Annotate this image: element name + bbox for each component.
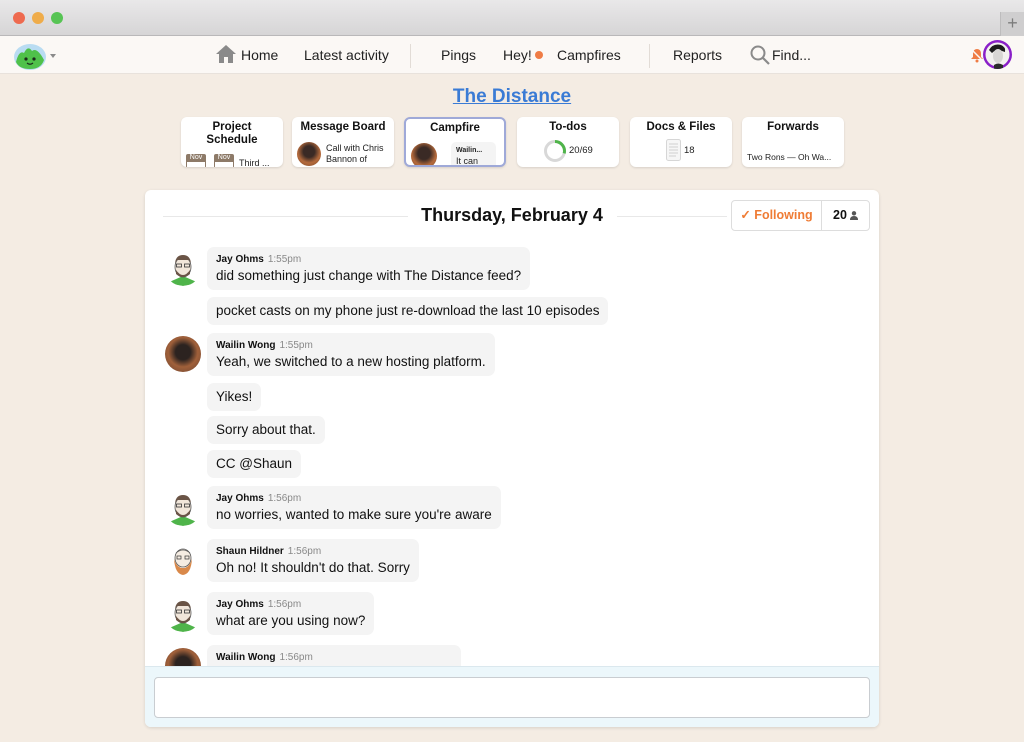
nav-home[interactable]: Home [241, 36, 278, 74]
zoom-window-button[interactable] [51, 12, 63, 24]
subscriber-count: 20 [833, 208, 847, 222]
message-author[interactable]: Jay Ohms [216, 493, 264, 504]
calendar-chip-icon: Nov [214, 154, 234, 167]
document-icon [666, 139, 681, 161]
chat-message: Wailin Wong 1:55pm Yeah, we switched to a… [207, 333, 495, 376]
campfire-preview-author: Wailin... [456, 147, 483, 154]
avatar-wailin-wong[interactable] [165, 336, 201, 372]
todo-progress-text: 20/69 [569, 145, 593, 156]
tool-card-docs-files[interactable]: Docs & Files 18 [630, 117, 732, 167]
message-time[interactable]: 1:55pm [279, 340, 312, 351]
chat-message: Jay Ohms 1:55pm did something just change… [207, 247, 531, 290]
todo-progress-ring [544, 140, 566, 162]
message-text: what are you using now? [216, 613, 366, 628]
schedule-preview: Third ... [239, 158, 270, 167]
message-author[interactable]: Wailin Wong [216, 652, 275, 663]
tool-card-title: Docs & Files [646, 121, 716, 133]
chat-message: Sorry about that. [207, 416, 325, 444]
nav-divider [410, 44, 411, 68]
chat-message: Yikes! [207, 383, 262, 411]
nav-reports[interactable]: Reports [673, 36, 722, 74]
message-time[interactable]: 1:55pm [268, 254, 301, 265]
message-preview-line: Bannon of [326, 154, 368, 164]
tool-card-title: Campfire [430, 122, 480, 134]
home-icon [216, 45, 236, 63]
chat-message: Jay Ohms 1:56pm no worries, wanted to mak… [207, 486, 501, 529]
message-time[interactable]: 1:56pm [268, 493, 301, 504]
new-tab-button[interactable]: + [1000, 12, 1024, 36]
chat-composer-input[interactable] [154, 677, 870, 718]
person-icon [849, 211, 858, 220]
calendar-chip-icon: Nov [186, 154, 206, 167]
subscription-controls: ✓ Following 20 [731, 200, 870, 231]
top-navigation: Home Latest activity Pings Hey! Campfire… [0, 36, 1024, 74]
project-title-link[interactable]: The Distance [0, 86, 1024, 108]
message-author[interactable]: Wailin Wong [216, 340, 275, 351]
close-window-button[interactable] [13, 12, 25, 24]
message-time[interactable]: 1:56pm [279, 652, 312, 663]
chat-message: Jay Ohms 1:56pm what are you using now? [207, 592, 375, 635]
basecamp-logo-icon[interactable] [13, 42, 47, 70]
window-titlebar: + [0, 0, 1024, 36]
chat-message: Shaun Hildner 1:56pm Oh no! It shouldn't … [207, 539, 419, 582]
bell-muted-icon[interactable] [970, 47, 984, 63]
nav-hey[interactable]: Hey! [503, 36, 532, 74]
avatar-shaun-hildner[interactable] [165, 542, 201, 578]
unread-dot-icon [535, 51, 543, 59]
message-author[interactable]: Jay Ohms [216, 254, 264, 265]
tool-card-title: Message Board [300, 121, 386, 133]
chat-message: CC @Shaun [207, 450, 301, 478]
message-time[interactable]: 1:56pm [288, 546, 321, 557]
tool-card-title: Forwards [767, 121, 819, 133]
campfire-panel: Thursday, February 4 ✓ Following 20 Jay … [145, 190, 879, 727]
tool-card-title: Project Schedule [206, 121, 258, 146]
avatar-jay-ohms[interactable] [165, 596, 201, 632]
tool-card-message-board[interactable]: Message Board Call with Chris Bannon of [292, 117, 394, 167]
message-text: did something just change with The Dista… [216, 268, 522, 283]
docs-count: 18 [684, 145, 695, 156]
nav-latest-activity[interactable]: Latest activity [304, 36, 389, 74]
avatar-jay-ohms[interactable] [165, 490, 201, 526]
nav-divider [649, 44, 650, 68]
message-author[interactable]: Jay Ohms [216, 599, 264, 610]
tool-card-project-schedule[interactable]: Project Schedule Nov Nov Third ... [181, 117, 283, 167]
message-text: Oh no! It shouldn't do that. Sorry [216, 560, 410, 575]
nav-campfires[interactable]: Campfires [557, 36, 621, 74]
chat-message: pocket casts on my phone just re-downloa… [207, 297, 609, 325]
message-text: Yeah, we switched to a new hosting platf… [216, 354, 486, 369]
message-author[interactable]: Shaun Hildner [216, 546, 284, 557]
message-text: no worries, wanted to make sure you're a… [216, 507, 492, 522]
minimize-window-button[interactable] [32, 12, 44, 24]
tool-card-todos[interactable]: To-dos 20/69 [517, 117, 619, 167]
author-avatar [297, 142, 321, 166]
message-time[interactable]: 1:56pm [268, 599, 301, 610]
author-avatar [411, 143, 437, 165]
tool-card-title: To-dos [549, 121, 587, 133]
campfire-preview-text: It can [456, 156, 479, 166]
following-button[interactable]: ✓ Following [732, 201, 822, 230]
search-icon [750, 45, 770, 65]
tool-card-forwards[interactable]: Forwards Two Rons — Oh Wa... [742, 117, 844, 167]
nav-find[interactable]: Find... [772, 36, 811, 74]
nav-pings[interactable]: Pings [441, 36, 476, 74]
avatar-jay-ohms[interactable] [165, 250, 201, 286]
subscribers-button[interactable]: 20 [822, 201, 869, 230]
user-avatar[interactable] [983, 40, 1012, 69]
tool-card-campfire[interactable]: Campfire Wailin... It can [404, 117, 506, 167]
account-menu-caret-icon[interactable] [50, 54, 56, 58]
message-preview-line: Call with Chris [326, 143, 384, 153]
composer-area [145, 666, 879, 727]
forward-preview: Two Rons — Oh Wa... [747, 152, 832, 162]
